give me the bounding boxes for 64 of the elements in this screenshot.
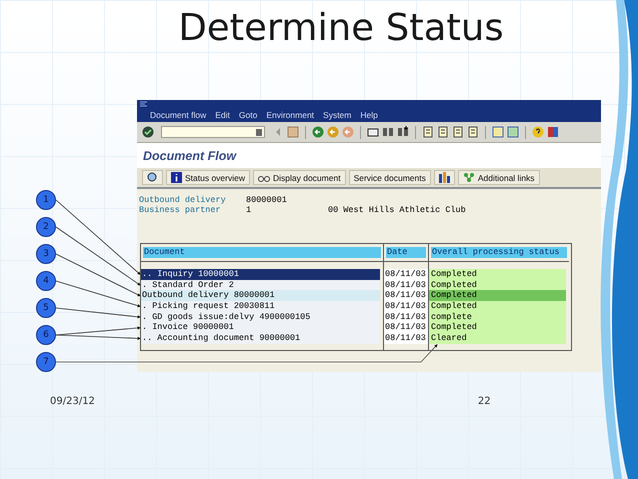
table-cell: 08/11/03 <box>384 269 428 280</box>
page-icon[interactable] <box>452 126 464 138</box>
field-value: 80000001 <box>246 195 288 205</box>
network-icon <box>462 172 475 183</box>
layout-icon[interactable] <box>507 126 519 138</box>
info-icon <box>171 172 182 183</box>
customize-icon[interactable] <box>547 126 559 138</box>
back-icon[interactable] <box>312 126 324 138</box>
table-cell: 08/11/03 <box>384 290 428 302</box>
window-menu-icon[interactable] <box>140 101 148 107</box>
table-cell[interactable]: . Invoice 90000001 <box>141 322 380 334</box>
table-cell: Completed <box>429 322 566 334</box>
field-label: Business partner <box>139 205 222 215</box>
table-cell: complete <box>429 312 566 322</box>
service-documents-button[interactable]: Service documents <box>348 170 431 185</box>
bar-chart-icon <box>438 172 450 183</box>
field-description: 00 West Hills Athletic Club <box>328 205 467 215</box>
table-cell: 08/11/03 <box>384 280 428 290</box>
table-cell: Cleared <box>429 333 566 344</box>
column-header[interactable]: Date <box>386 247 426 258</box>
print-icon[interactable] <box>367 126 379 138</box>
status-overview-button[interactable]: Status overview <box>166 170 250 185</box>
table-cell[interactable]: Outbound delivery 80000001 <box>141 290 380 302</box>
field-value: 1 <box>246 205 252 215</box>
table-cell: 08/11/03 <box>384 301 428 312</box>
page-icon[interactable] <box>437 126 449 138</box>
table-cell[interactable]: .. Accounting document 90000001 <box>141 333 380 344</box>
menu-item[interactable]: System <box>323 110 352 120</box>
table-cell: 08/11/03 <box>384 333 428 344</box>
table-cell: Completed <box>429 290 566 302</box>
menu-item[interactable]: Edit <box>215 110 230 120</box>
table-cell: Completed <box>429 301 566 312</box>
hierarchy-button[interactable] <box>434 170 455 185</box>
enter-icon[interactable] <box>142 126 154 138</box>
slide-date: 09/23/12 <box>50 396 95 407</box>
refresh-button[interactable] <box>142 170 163 185</box>
table-cell: 08/11/03 <box>384 312 428 322</box>
menu-item[interactable]: Document flow <box>150 110 206 120</box>
table-cell: Completed <box>429 269 566 280</box>
table-cell[interactable]: . GD goods issue:delvy 4900000105 <box>141 312 380 322</box>
page-icon[interactable] <box>467 126 479 138</box>
command-field[interactable] <box>161 126 265 138</box>
additional-links-button[interactable]: Additional links <box>458 170 540 185</box>
slide-title: Determine Status <box>177 6 505 49</box>
table-cell[interactable]: . Standard Order 2 <box>141 280 380 290</box>
page-icon[interactable] <box>422 126 434 138</box>
new-window-icon[interactable] <box>492 126 504 138</box>
menu-item[interactable]: Goto <box>238 110 258 120</box>
magnifier-icon <box>147 172 158 183</box>
menu-item[interactable]: Environment <box>266 110 314 120</box>
field-label: Outbound delivery <box>139 195 227 205</box>
display-document-button[interactable]: Display document <box>253 170 346 185</box>
help-icon[interactable] <box>532 126 544 138</box>
save-icon[interactable] <box>287 126 299 138</box>
table-cell: Completed <box>429 280 566 290</box>
table-cell[interactable]: .. Inquiry 10000001 <box>141 269 380 280</box>
dropdown-icon[interactable] <box>256 128 262 136</box>
menu-item[interactable]: Help <box>360 110 378 120</box>
column-header[interactable]: Document <box>143 247 381 258</box>
page-number: 22 <box>478 396 491 407</box>
table-cell[interactable]: . Picking request 20030811 <box>141 301 380 312</box>
screen-title: Document Flow <box>137 143 601 168</box>
table-cell: 08/11/03 <box>384 322 428 334</box>
column-header[interactable]: Overall processing status <box>431 247 567 258</box>
